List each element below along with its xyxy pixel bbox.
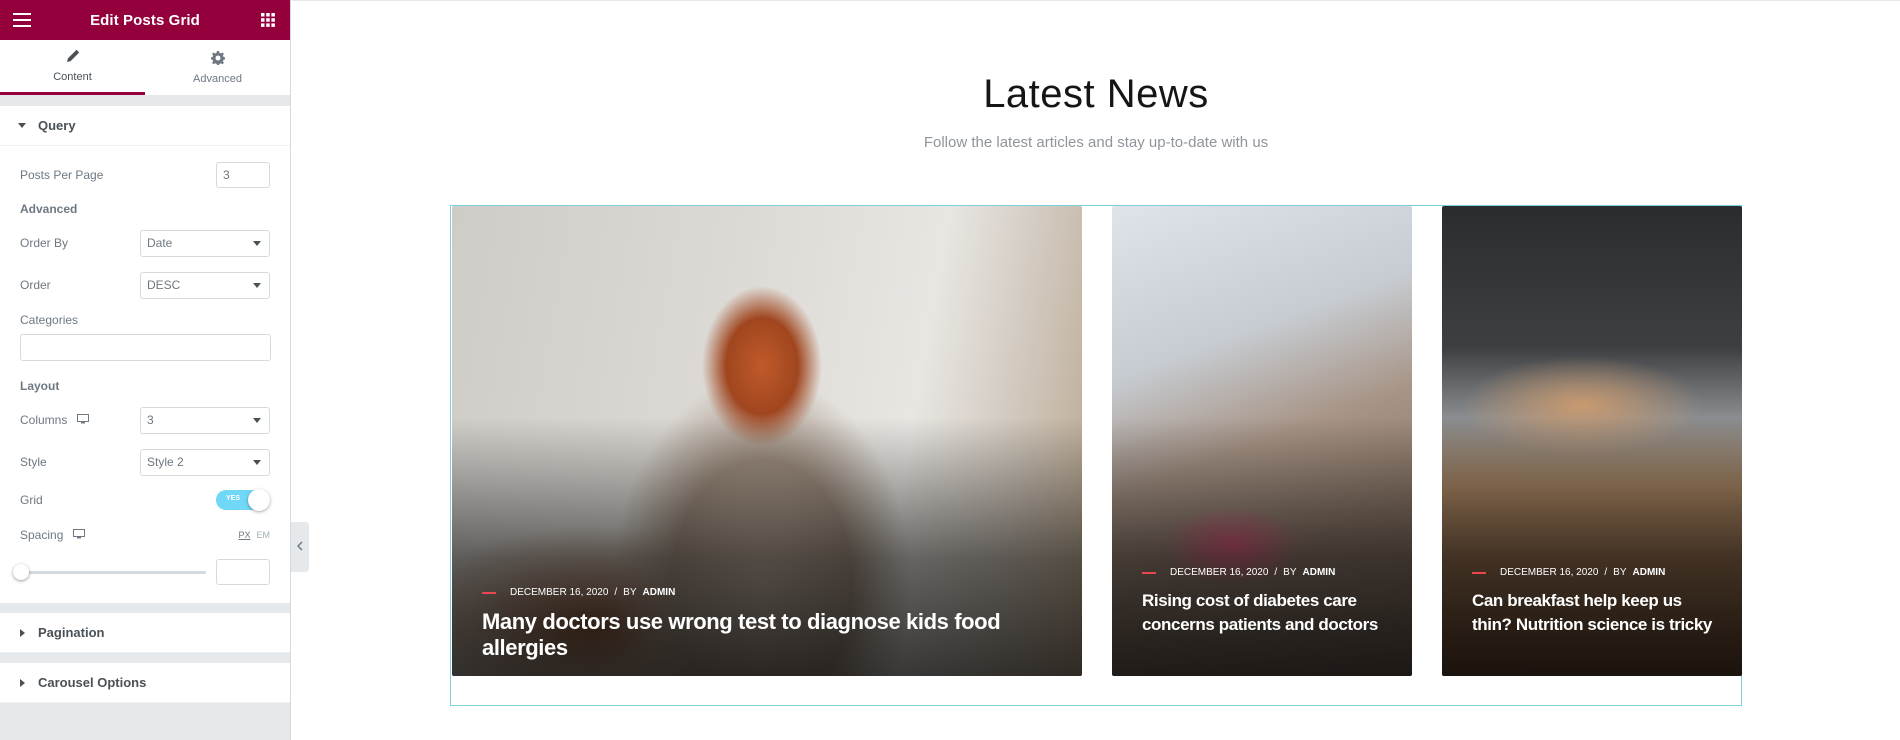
carousel-heading: Carousel Options xyxy=(38,675,147,690)
posts-grid-widget[interactable]: DECEMBER 16, 2020 / BY ADMIN Many doctor… xyxy=(450,205,1742,706)
post-title[interactable]: Rising cost of diabetes care concerns pa… xyxy=(1142,589,1392,637)
columns-value: 3 xyxy=(147,413,154,427)
section-subtitle: Follow the latest articles and stay up-t… xyxy=(923,134,1269,151)
gear-icon xyxy=(210,50,225,68)
carousel-section-toggle[interactable]: Carousel Options xyxy=(0,663,290,703)
meta-dash xyxy=(1472,571,1486,574)
tab-content[interactable]: Content xyxy=(0,40,145,95)
post-by: BY xyxy=(1283,567,1297,578)
pagination-heading: Pagination xyxy=(38,625,105,640)
style-value: Style 2 xyxy=(147,455,184,469)
unit-em[interactable]: EM xyxy=(257,530,271,540)
order-row: Order DESC xyxy=(20,264,270,306)
chevron-down-icon xyxy=(253,282,261,288)
tab-advanced[interactable]: Advanced xyxy=(145,40,290,95)
style-label: Style xyxy=(20,455,47,469)
categories-input[interactable] xyxy=(20,334,271,361)
post-date: DECEMBER 16, 2020 xyxy=(1500,567,1599,578)
spacing-label: Spacing xyxy=(20,528,64,542)
tab-advanced-label: Advanced xyxy=(193,72,242,85)
post-card[interactable]: DECEMBER 16, 2020 / BY ADMIN Can breakfa… xyxy=(1442,206,1742,676)
post-card[interactable]: DECEMBER 16, 2020 / BY ADMIN Many doctor… xyxy=(452,206,1082,676)
categories-label-row: Categories xyxy=(20,306,270,334)
editor-topbar: Edit Posts Grid xyxy=(0,0,290,40)
order-value: DESC xyxy=(147,278,181,292)
post-date: DECEMBER 16, 2020 xyxy=(510,587,609,598)
editor-sidebar: Edit Posts Grid Content Advanced Query P… xyxy=(0,0,291,740)
grid-row: Grid YES xyxy=(20,483,270,517)
chevron-down-icon xyxy=(253,417,261,423)
categories-label: Categories xyxy=(20,313,79,327)
posts-per-page-row: Posts Per Page 3 xyxy=(20,154,270,196)
post-by: BY xyxy=(623,587,637,598)
pencil-icon xyxy=(66,49,80,66)
grid-toggle-text: YES xyxy=(226,495,241,502)
editor-tabs: Content Advanced xyxy=(0,40,290,96)
unit-switcher: PX EM xyxy=(238,530,270,540)
query-heading: Query xyxy=(38,118,76,133)
spacing-input[interactable] xyxy=(216,559,270,585)
caret-down-icon xyxy=(18,123,26,128)
style-select[interactable]: Style 2 xyxy=(140,448,270,476)
columns-row: Columns 3 xyxy=(20,399,270,441)
chevron-down-icon xyxy=(253,459,261,465)
order-by-select[interactable]: Date xyxy=(140,229,270,257)
columns-label: Columns xyxy=(20,413,68,427)
tab-content-label: Content xyxy=(53,71,92,83)
editor-title: Edit Posts Grid xyxy=(90,11,200,29)
hamburger-menu-icon[interactable] xyxy=(12,10,32,30)
grid-toggle[interactable]: YES xyxy=(216,489,270,511)
layout-subheading: Layout xyxy=(20,379,60,393)
desktop-icon[interactable] xyxy=(73,528,86,542)
slider-handle[interactable] xyxy=(13,563,29,580)
post-title[interactable]: Can breakfast help keep us thin? Nutriti… xyxy=(1472,589,1722,637)
post-by: BY xyxy=(1613,567,1627,578)
desktop-icon[interactable] xyxy=(77,413,90,427)
posts-per-page-label: Posts Per Page xyxy=(20,168,104,182)
grid-label: Grid xyxy=(20,493,43,507)
caret-right-icon xyxy=(20,628,25,637)
meta-dash xyxy=(482,591,496,594)
meta-dash xyxy=(1142,571,1156,574)
unit-px[interactable]: PX xyxy=(238,530,250,540)
caret-right-icon xyxy=(20,678,25,687)
order-by-value: Date xyxy=(147,236,173,250)
post-author[interactable]: ADMIN xyxy=(1633,567,1666,578)
preview-canvas: Latest News Follow the latest articles a… xyxy=(292,0,1900,740)
post-meta: DECEMBER 16, 2020 / BY ADMIN xyxy=(1472,567,1665,578)
order-select[interactable]: DESC xyxy=(140,271,270,299)
order-label: Order xyxy=(20,278,51,292)
pagination-section-toggle[interactable]: Pagination xyxy=(0,613,290,653)
query-panel: Posts Per Page 3 Advanced Order By Date … xyxy=(0,146,290,603)
post-card[interactable]: DECEMBER 16, 2020 / BY ADMIN Rising cost… xyxy=(1112,206,1412,676)
spacing-slider[interactable] xyxy=(13,563,206,580)
style-row: Style Style 2 xyxy=(20,441,270,483)
spacing-row: Spacing PX EM xyxy=(20,517,270,553)
order-by-label: Order By xyxy=(20,236,69,250)
post-title[interactable]: Many doctors use wrong test to diagnose … xyxy=(482,609,1062,661)
advanced-subheading: Advanced xyxy=(20,202,78,216)
post-date: DECEMBER 16, 2020 xyxy=(1170,567,1269,578)
spacing-slider-row xyxy=(13,553,270,591)
post-meta: DECEMBER 16, 2020 / BY ADMIN xyxy=(482,587,675,598)
posts-per-page-input[interactable]: 3 xyxy=(216,162,270,188)
post-meta: DECEMBER 16, 2020 / BY ADMIN xyxy=(1142,567,1335,578)
post-author[interactable]: ADMIN xyxy=(643,587,676,598)
widgets-grid-icon[interactable] xyxy=(258,10,278,30)
section-heading: Latest News xyxy=(983,72,1209,116)
columns-select[interactable]: 3 xyxy=(140,406,270,434)
post-author[interactable]: ADMIN xyxy=(1303,567,1336,578)
chevron-down-icon xyxy=(253,240,261,246)
order-by-row: Order By Date xyxy=(20,222,270,264)
toggle-knob xyxy=(248,489,270,511)
query-section-toggle[interactable]: Query xyxy=(0,106,290,146)
